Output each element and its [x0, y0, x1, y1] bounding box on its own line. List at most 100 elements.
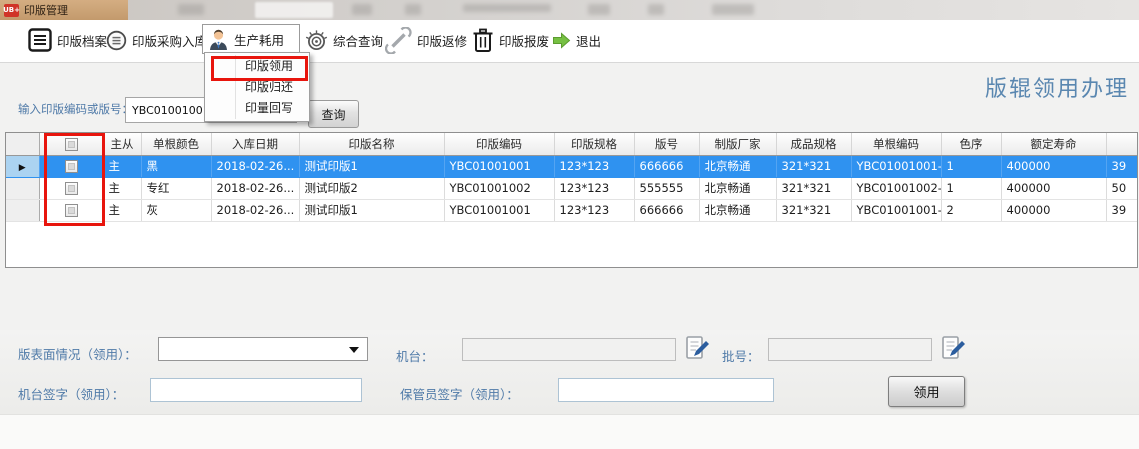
row-checkbox-cell	[39, 199, 103, 221]
app-logo: UB+	[4, 4, 19, 17]
trash-icon	[472, 28, 494, 53]
row-selector-cell[interactable]	[6, 199, 39, 221]
bottom-strip	[0, 414, 1139, 449]
row-selector-cell[interactable]	[6, 177, 39, 199]
toolbar-item-purchase-inbound[interactable]: 印版采购入库	[106, 24, 207, 56]
menu-item-print-volume-writeback[interactable]: 印量回写	[205, 98, 309, 119]
col-header[interactable]: 印版规格	[554, 133, 634, 155]
cell: 黑	[141, 155, 211, 177]
surface-condition-combobox[interactable]	[158, 337, 368, 361]
surface-condition-label: 版表面情况（领用）：	[18, 344, 137, 363]
col-header[interactable]: 印版名称	[299, 133, 444, 155]
cell: 666666	[634, 155, 699, 177]
table-row[interactable]: 主 专红 2018-02-26... 测试印版2 YBC01001002 123…	[6, 177, 1138, 199]
person-icon	[208, 28, 229, 51]
row-checkbox[interactable]	[65, 204, 78, 217]
blurred-item	[588, 4, 610, 15]
blurred-item	[648, 4, 664, 15]
cell: 北京畅通	[699, 177, 776, 199]
menu-item-plate-requisition[interactable]: 印版领用	[205, 56, 309, 77]
toolbar-item-plate-repair[interactable]: 印版返修	[385, 24, 467, 56]
plate-table: 主从 单根颜色 入库日期 印版名称 印版编码 印版规格 版号 制版厂家 成品规格…	[6, 133, 1138, 222]
cell: YBC01001001	[444, 199, 554, 221]
col-header[interactable]: 主从	[103, 133, 141, 155]
col-header-clipped[interactable]	[1106, 133, 1138, 155]
window-tab[interactable]: UB+ 印版管理	[0, 0, 128, 20]
col-header[interactable]: 制版厂家	[699, 133, 776, 155]
col-header[interactable]: 色序	[941, 133, 1001, 155]
cell: 1	[941, 155, 1001, 177]
table-row[interactable]: ▶ 主 黑 2018-02-26... 测试印版1 YBC01001001 12…	[6, 155, 1138, 177]
table-row[interactable]: 主 灰 2018-02-26... 测试印版1 YBC01001001 123*…	[6, 199, 1138, 221]
cell: YBC01001001-2	[851, 199, 941, 221]
page-title: 版辊领用办理	[985, 71, 1129, 103]
keeper-signature-label: 保管员签字（领用）：	[400, 384, 519, 403]
header-checkbox-cell	[39, 133, 103, 155]
select-all-checkbox[interactable]	[65, 138, 78, 151]
edit-pencil-icon[interactable]	[684, 334, 711, 361]
cell: 2	[941, 199, 1001, 221]
toolbar-label: 印版档案	[57, 31, 107, 50]
cell: 123*123	[554, 155, 634, 177]
cell: YBC01001002	[444, 177, 554, 199]
col-header[interactable]: 成品规格	[776, 133, 851, 155]
menu-item-plate-return[interactable]: 印版归还	[205, 77, 309, 98]
cell: YBC01001001-1	[851, 155, 941, 177]
search-label: 输入印版编码或版号：	[18, 101, 133, 117]
cell: 1	[941, 177, 1001, 199]
toolbar-item-plate-scrap[interactable]: 印版报废	[472, 24, 549, 56]
cell: 测试印版1	[299, 155, 444, 177]
cell: YBC01001002-1	[851, 177, 941, 199]
col-header[interactable]: 入库日期	[211, 133, 299, 155]
window-title: 印版管理	[24, 2, 68, 18]
col-header[interactable]: 额定寿命	[1001, 133, 1106, 155]
header-row-selector	[6, 133, 39, 155]
toolbar-label: 印版返修	[417, 31, 467, 50]
col-header[interactable]: 版号	[634, 133, 699, 155]
row-checkbox-cell	[39, 155, 103, 177]
row-checkbox[interactable]	[65, 160, 78, 173]
cell: 321*321	[776, 199, 851, 221]
toolbar: 印版档案 印版采购入库 生产耗用	[0, 20, 1139, 63]
cell: 123*123	[554, 177, 634, 199]
machine-input[interactable]	[462, 338, 676, 361]
query-button[interactable]: 查询	[308, 100, 359, 128]
row-selector-cell[interactable]: ▶	[6, 155, 39, 177]
titlebar: UB+ 印版管理	[0, 0, 1139, 20]
keeper-signature-input[interactable]	[558, 378, 774, 402]
blurred-item	[463, 4, 551, 12]
cell: 北京畅通	[699, 199, 776, 221]
blurred-item	[712, 4, 754, 15]
exit-arrow-icon	[552, 32, 571, 49]
data-grid: 主从 单根颜色 入库日期 印版名称 印版编码 印版规格 版号 制版厂家 成品规格…	[5, 132, 1138, 268]
chevron-down-icon	[349, 347, 359, 353]
batch-label: 批号：	[722, 346, 760, 365]
cell: 400000	[1001, 199, 1106, 221]
toolbar-item-plate-archive[interactable]: 印版档案	[28, 24, 107, 56]
blurred-item	[352, 4, 372, 15]
toolbar-label: 综合查询	[333, 31, 383, 50]
cell: 555555	[634, 177, 699, 199]
toolbar-item-production-consumption[interactable]: 生产耗用	[202, 24, 300, 54]
toolbar-item-exit[interactable]: 退出	[552, 24, 601, 56]
cell-clipped: 39	[1106, 155, 1138, 177]
edit-pencil-icon[interactable]	[940, 334, 967, 361]
cell: 400000	[1001, 155, 1106, 177]
claim-button[interactable]: 领用	[888, 376, 965, 407]
col-header[interactable]: 单根颜色	[141, 133, 211, 155]
production-consumption-menu: 印版领用 印版归还 印量回写	[204, 52, 310, 122]
col-header[interactable]: 印版编码	[444, 133, 554, 155]
machine-signature-input[interactable]	[150, 378, 362, 402]
wrench-icon	[385, 27, 412, 54]
cell: 主	[103, 199, 141, 221]
row-checkbox[interactable]	[65, 182, 78, 195]
current-row-arrow-icon: ▶	[19, 163, 26, 173]
cell: 2018-02-26...	[211, 177, 299, 199]
app-window: UB+ 印版管理 印版档案 印版采购入库	[0, 0, 1139, 449]
cell-clipped: 50	[1106, 177, 1138, 199]
batch-input[interactable]	[768, 338, 932, 361]
cell: 400000	[1001, 177, 1106, 199]
toolbar-item-comprehensive-query[interactable]: 综合查询	[305, 24, 383, 56]
col-header[interactable]: 单根编码	[851, 133, 941, 155]
requisition-form: 版表面情况（领用）： 机台： 批号： 机台签字（领用）：	[0, 330, 1139, 414]
